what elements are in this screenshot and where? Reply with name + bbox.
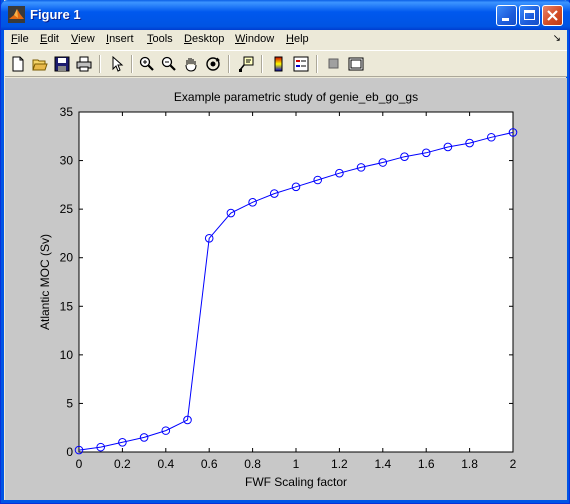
- toolbar-separator: [99, 55, 101, 73]
- legend-icon[interactable]: [291, 54, 311, 74]
- menu-window[interactable]: Window: [235, 33, 274, 45]
- x-tick-label: 0.6: [201, 457, 218, 471]
- maximize-button[interactable]: [519, 5, 540, 26]
- x-tick-label: 1.4: [374, 457, 391, 471]
- y-tick-label: 25: [60, 202, 74, 216]
- figure-window: Figure 1 File Edit View Insert Tools Des…: [0, 0, 570, 504]
- chart-title: Example parametric study of genie_eb_go_…: [174, 90, 418, 104]
- maximize-icon: [524, 10, 535, 20]
- x-tick-label: 0.4: [157, 457, 174, 471]
- toolbar-separator: [261, 55, 263, 73]
- y-axis-label: Atlantic MOC (Sv): [38, 234, 52, 330]
- y-tick-label: 0: [66, 445, 73, 459]
- hide-plot-tools-icon[interactable]: [324, 54, 344, 74]
- figure-canvas: Example parametric study of genie_eb_go_…: [5, 78, 567, 500]
- toolbar-separator: [228, 55, 230, 73]
- y-tick-label: 15: [60, 299, 74, 313]
- y-tick-label: 5: [66, 396, 73, 410]
- menu-help[interactable]: Help: [286, 33, 309, 45]
- minimize-icon: [502, 18, 509, 21]
- x-tick-label: 1.8: [461, 457, 478, 471]
- plot-area: Example parametric study of genie_eb_go_…: [38, 90, 518, 489]
- x-tick-label: 2: [510, 457, 517, 471]
- menu-tools[interactable]: Tools: [147, 33, 173, 45]
- print-icon[interactable]: [74, 54, 94, 74]
- close-icon: [547, 10, 558, 21]
- x-tick-label: 1: [293, 457, 300, 471]
- toolbar-separator: [316, 55, 318, 73]
- y-tick-label: 30: [60, 154, 74, 168]
- save-icon[interactable]: [52, 54, 72, 74]
- menu-bar: File Edit View Insert Tools Desktop Wind…: [5, 30, 567, 50]
- x-tick-label: 0.8: [244, 457, 261, 471]
- pan-hand-icon[interactable]: [181, 54, 201, 74]
- new-figure-icon[interactable]: [8, 54, 28, 74]
- x-tick-label: 0.2: [114, 457, 131, 471]
- rotate-3d-icon[interactable]: [203, 54, 223, 74]
- y-tick-label: 10: [60, 348, 74, 362]
- menu-insert[interactable]: Insert: [106, 33, 134, 45]
- menu-view[interactable]: View: [71, 33, 95, 45]
- axes-box: [78, 111, 514, 453]
- x-axis-label: FWF Scaling factor: [245, 475, 347, 489]
- title-bar[interactable]: Figure 1: [1, 0, 570, 30]
- y-tick-label: 35: [60, 105, 74, 119]
- close-button[interactable]: [542, 5, 563, 26]
- edit-plot-arrow-icon[interactable]: [107, 54, 127, 74]
- x-tick-label: 1.2: [331, 457, 348, 471]
- x-tick-label: 0: [76, 457, 83, 471]
- window-title: Figure 1: [30, 7, 81, 22]
- x-tick-label: 1.6: [418, 457, 435, 471]
- menu-file[interactable]: File: [11, 33, 29, 45]
- matlab-logo-icon: [8, 6, 25, 23]
- toolbar-separator: [131, 55, 133, 73]
- y-tick-label: 20: [60, 251, 74, 265]
- menu-edit[interactable]: Edit: [40, 33, 59, 45]
- minimize-button[interactable]: [496, 5, 517, 26]
- zoom-in-icon[interactable]: [137, 54, 157, 74]
- colorbar-icon[interactable]: [269, 54, 289, 74]
- menu-desktop[interactable]: Desktop: [184, 33, 224, 45]
- zoom-out-icon[interactable]: [159, 54, 179, 74]
- figure-toolbar: [5, 50, 567, 77]
- open-file-icon[interactable]: [30, 54, 50, 74]
- dock-figure-icon[interactable]: ↘: [553, 33, 561, 44]
- data-cursor-icon[interactable]: [236, 54, 256, 74]
- show-plot-tools-icon[interactable]: [346, 54, 366, 74]
